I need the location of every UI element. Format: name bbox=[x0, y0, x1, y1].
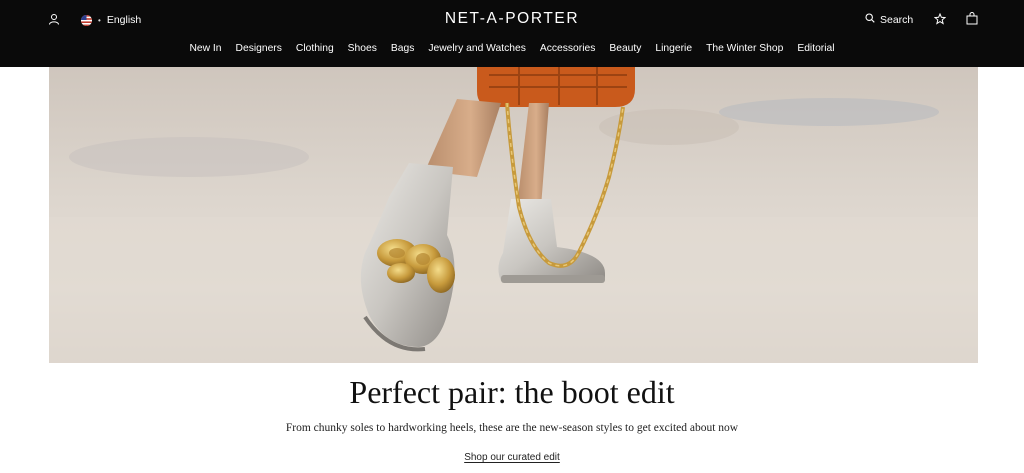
hero-image[interactable] bbox=[49, 67, 978, 363]
nav-item-clothing[interactable]: Clothing bbox=[296, 43, 334, 54]
nav-item-the-winter-shop[interactable]: The Winter Shop bbox=[706, 43, 783, 54]
hero-headline: Perfect pair: the boot edit bbox=[349, 374, 675, 410]
nav-item-designers[interactable]: Designers bbox=[236, 43, 282, 54]
nav-item-editorial[interactable]: Editorial bbox=[797, 43, 834, 54]
shopping-bag-icon[interactable] bbox=[966, 12, 978, 26]
nav-item-beauty[interactable]: Beauty bbox=[609, 43, 641, 54]
cta-container: Shop our curated edit bbox=[0, 447, 1024, 465]
search-icon bbox=[865, 13, 875, 26]
nav-item-accessories[interactable]: Accessories bbox=[540, 43, 596, 54]
search-button[interactable]: Search bbox=[865, 13, 913, 26]
nav-item-lingerie[interactable]: Lingerie bbox=[655, 43, 692, 54]
top-header: • English NET-A-PORTER Search New In Des… bbox=[0, 0, 1024, 67]
shop-curated-edit-link[interactable]: Shop our curated edit bbox=[464, 452, 560, 463]
nav-item-shoes[interactable]: Shoes bbox=[348, 43, 377, 54]
nav-item-bags[interactable]: Bags bbox=[391, 43, 414, 54]
nav-item-jewelry-and-watches[interactable]: Jewelry and Watches bbox=[428, 43, 525, 54]
boots-photo bbox=[49, 67, 978, 363]
nav-item-new-in[interactable]: New In bbox=[189, 43, 221, 54]
main-navigation: New In Designers Clothing Shoes Bags Jew… bbox=[0, 43, 1024, 54]
wishlist-star-icon[interactable] bbox=[933, 12, 947, 26]
hero-subline: From chunky soles to hardworking heels, … bbox=[285, 422, 739, 434]
search-label: Search bbox=[880, 13, 914, 26]
